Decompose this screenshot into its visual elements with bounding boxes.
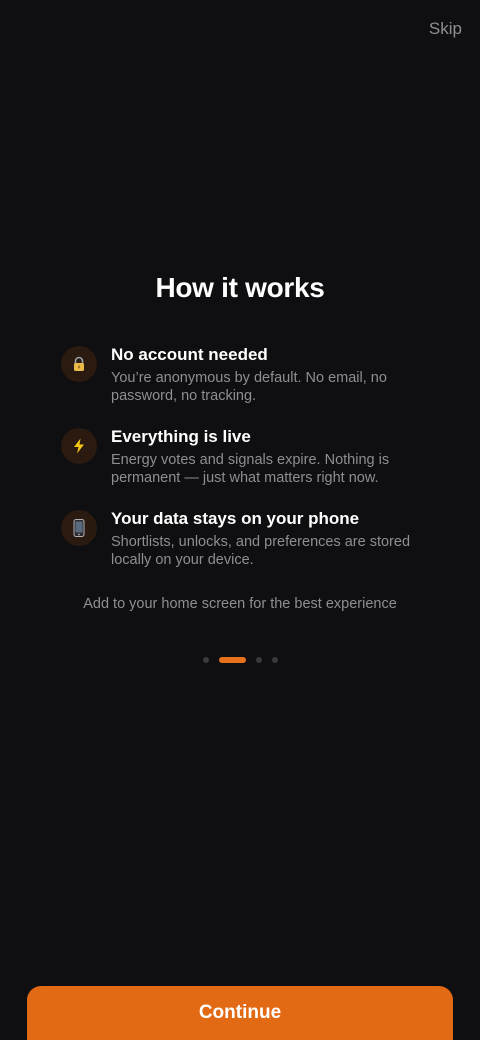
feature-item-no-account: No account needed You’re anonymous by de… [61, 345, 421, 427]
phone-icon [61, 510, 97, 546]
lock-icon [61, 346, 97, 382]
page-dot[interactable] [271, 657, 278, 663]
skip-button[interactable]: Skip [429, 19, 462, 39]
feature-title: Your data stays on your phone [111, 509, 360, 528]
page-title: How it works [155, 272, 325, 303]
feature-list: No account needed You’re anonymous by de… [61, 345, 421, 591]
lightning-icon [61, 428, 97, 464]
feature-title: Everything is live [111, 427, 251, 446]
onboarding-screen: Skip How it works No account needed You’… [0, 0, 480, 1040]
page-dot-active[interactable] [218, 657, 246, 663]
continue-button[interactable]: Continue [27, 986, 453, 1040]
feature-item-local-data: Your data stays on your phone Shortlists… [61, 509, 421, 591]
home-screen-hint: Add to your home screen for the best exp… [83, 596, 397, 612]
page-dot[interactable] [255, 657, 262, 663]
page-dot[interactable] [202, 657, 209, 663]
feature-title: No account needed [111, 345, 268, 364]
feature-description: Shortlists, unlocks, and preferences are… [111, 534, 411, 568]
feature-description: You’re anonymous by default. No email, n… [111, 370, 387, 404]
page-indicator [0, 657, 480, 663]
feature-item-live: Everything is live Energy votes and sign… [61, 427, 421, 509]
feature-description: Energy votes and signals expire. Nothing… [111, 452, 390, 486]
